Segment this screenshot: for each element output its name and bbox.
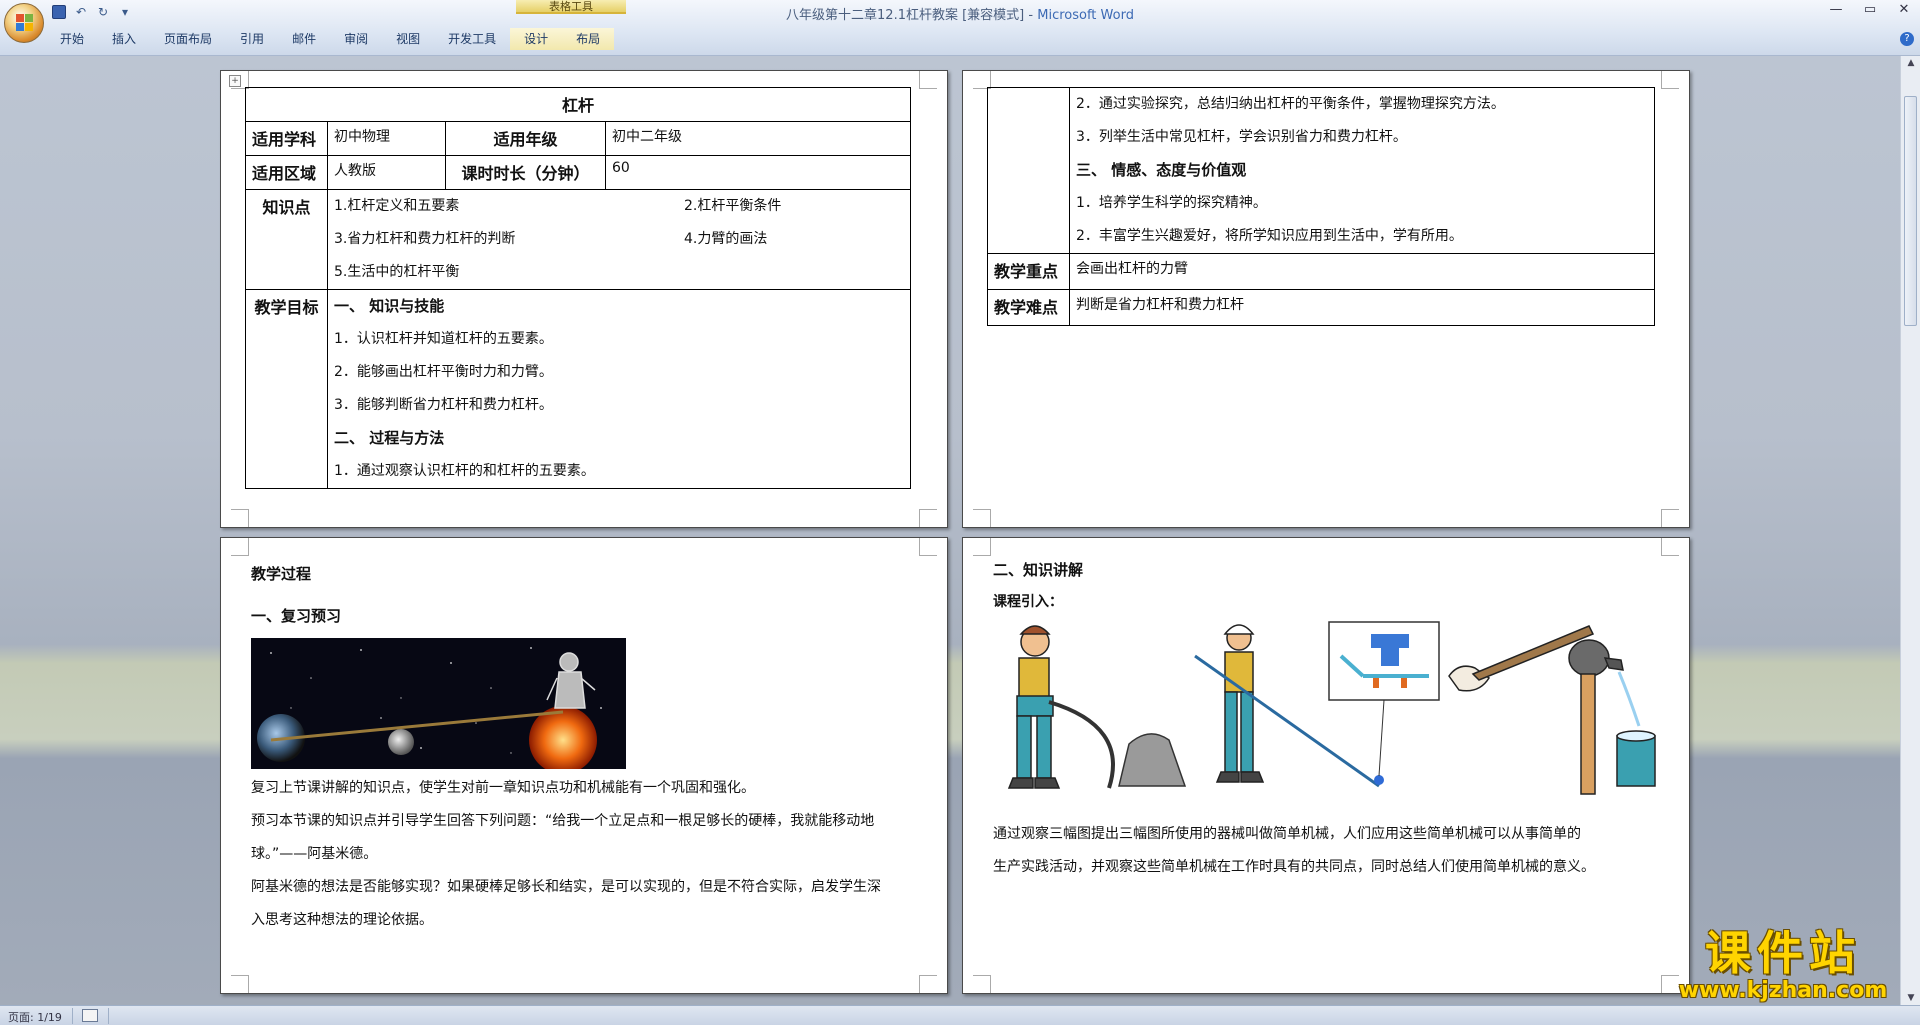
window-title: 八年级第十二章12.1杠杆教案 [兼容模式] - Microsoft Word (0, 4, 1920, 23)
section-subheading: 一、复习预习 (251, 607, 342, 625)
knowledge-label: 知识点 (245, 189, 328, 290)
tab-design[interactable]: 设计 (510, 28, 563, 50)
lesson-info-table: 杠杆 适用学科 初中物理 适用年级 初中二年级 适用区域 人教版 课时时长（分钟… (245, 87, 911, 489)
page-count[interactable]: 页面: 1/19 (8, 1009, 62, 1025)
goal-line: 2．通过实验探究，总结归纳出杠杆的平衡条件，掌握物理探究方法。 (1076, 96, 1505, 112)
paragraph: 通过观察三幅图提出三幅图所使用的器械叫做简单机械，人们应用这些简单机械可以从事简… (993, 826, 1581, 842)
goal-line: 1．通过观察认识杠杆的和杠杆的五要素。 (334, 463, 595, 479)
grade-label: 适用年级 (445, 121, 606, 156)
app-name: Microsoft Word (1037, 8, 1134, 23)
key-point-value[interactable]: 会画出杠杆的力臂 (1069, 253, 1655, 290)
difficulty-label: 教学难点 (987, 289, 1070, 326)
lesson-info-table-continued: 2．通过实验探究，总结归纳出杠杆的平衡条件，掌握物理探究方法。 3．列举生活中常… (987, 87, 1655, 326)
goal-line: 2．丰富学生兴趣爱好，将所学知识应用到生活中，学有所用。 (1076, 228, 1463, 244)
goal-line: 2．能够画出杠杆平衡时力和力臂。 (334, 364, 553, 380)
restore-button[interactable]: ▭ (1860, 2, 1880, 17)
section-heading: 教学过程 (251, 565, 312, 583)
close-button[interactable]: ✕ (1894, 2, 1914, 17)
paragraph: 预习本节课的知识点并引导学生回答下列问题：“给我一个立足点和一根足够长的硬棒，我… (251, 813, 875, 829)
scroll-down-icon[interactable]: ▼ (1905, 993, 1917, 1003)
title-bar: ↶ ↻ ▾ 表格工具 八年级第十二章12.1杠杆教案 [兼容模式] - Micr… (0, 0, 1920, 56)
tab-home[interactable]: 开始 (46, 28, 98, 50)
grade-value[interactable]: 初中二年级 (605, 121, 911, 156)
goals-cell-continued[interactable]: 2．通过实验探究，总结归纳出杠杆的平衡条件，掌握物理探究方法。 3．列举生活中常… (1069, 87, 1655, 254)
paragraph: 阿基米德的想法是否能够实现？如果硬棒足够长和结实，是可以实现的，但是不符合实际，… (251, 879, 881, 895)
goals-cell[interactable]: 一、 知识与技能 1．认识杠杆并知道杠杆的五要素。 2．能够画出杠杆平衡时力和力… (327, 289, 911, 489)
goal-heading: 一、 知识与技能 (334, 297, 445, 315)
knowledge-item: 3.省力杠杆和费力杠杆的判断 (334, 231, 516, 247)
duration-value[interactable]: 60 (605, 155, 911, 190)
knowledge-item: 4.力臂的画法 (684, 231, 768, 247)
goal-line: 3．列举生活中常见杠杆，学会识别省力和费力杠杆。 (1076, 129, 1407, 145)
status-bar: 页面: 1/19 (0, 1005, 1920, 1025)
scrollbar-thumb[interactable] (1904, 96, 1917, 326)
title-separator: - (1024, 8, 1038, 23)
page-2: 2．通过实验探究，总结归纳出杠杆的平衡条件，掌握物理探究方法。 3．列举生活中常… (962, 70, 1690, 528)
proofing-icon[interactable] (82, 1009, 98, 1022)
region-label: 适用区域 (245, 155, 328, 190)
difficulty-value[interactable]: 判断是省力杠杆和费力杠杆 (1069, 289, 1655, 326)
section-heading: 二、知识讲解 (993, 561, 1084, 579)
goal-line: 3．能够判断省力杠杆和费力杠杆。 (334, 397, 553, 413)
region-value[interactable]: 人教版 (327, 155, 446, 190)
paragraph: 复习上节课讲解的知识点，使学生对前一章知识点功和机械能有一个巩固和强化。 (251, 780, 755, 796)
tab-layout[interactable]: 布局 (562, 28, 615, 50)
goals-label: 教学目标 (245, 289, 328, 489)
paragraph: 生产实践活动，并观察这些简单机械在工作时具有的共同点，同时总结人们使用简单机械的… (993, 859, 1595, 875)
worker-crowbar (1007, 625, 1115, 789)
page-4: 二、知识讲解 课程引入： 通过观察三幅图提出三幅图所使用的器械叫做简单机械，人们… (962, 537, 1690, 994)
site-watermark: 课件站 www.kjzhan.com (1668, 927, 1898, 1005)
paragraph: 入思考这种想法的理论依据。 (251, 912, 433, 928)
archimedes-lever-image (251, 638, 626, 769)
tab-insert[interactable]: 插入 (98, 28, 150, 50)
tab-page-layout[interactable]: 页面布局 (150, 28, 226, 50)
duration-label: 课时时长（分钟） (445, 155, 606, 190)
help-icon[interactable]: ? (1900, 32, 1914, 46)
scroll-up-icon[interactable]: ▲ (1905, 58, 1917, 68)
page-1: + 杠杆 适用学科 初中物理 适用年级 初中二年级 适用区域 人教版 课时时长（… (220, 70, 948, 528)
goal-heading: 三、 情感、态度与价值观 (1076, 161, 1247, 179)
minimize-button[interactable]: — (1826, 2, 1846, 17)
paragraph: 球。”——阿基米德。 (251, 846, 378, 862)
knowledge-item: 1.杠杆定义和五要素 (334, 198, 460, 214)
tab-review[interactable]: 审阅 (330, 28, 382, 50)
subject-label: 适用学科 (245, 121, 328, 156)
window-controls: — ▭ ✕ (1826, 2, 1914, 17)
tab-references[interactable]: 引用 (226, 28, 278, 50)
tab-developer[interactable]: 开发工具 (434, 28, 510, 50)
simple-machines-illustration (989, 616, 1689, 806)
goal-line: 1．培养学生科学的探究精神。 (1076, 195, 1267, 211)
doc-title: 八年级第十二章12.1杠杆教案 [兼容模式] (786, 8, 1025, 23)
knowledge-item: 5.生活中的杠杆平衡 (334, 264, 460, 280)
ribbon-tabs: 开始 插入 页面布局 引用 邮件 审阅 视图 开发工具 设计 布局 (46, 28, 615, 50)
key-point-label: 教学重点 (987, 253, 1070, 290)
goal-heading: 二、 过程与方法 (334, 429, 445, 447)
tab-view[interactable]: 视图 (382, 28, 434, 50)
knowledge-cell[interactable]: 1.杠杆定义和五要素 2.杠杆平衡条件 3.省力杠杆和费力杠杆的判断 4.力臂的画法… (327, 189, 911, 290)
vertical-scrollbar[interactable]: ▲ ▼ (1900, 56, 1920, 1005)
goal-line: 1．认识杠杆并知道杠杆的五要素。 (334, 331, 553, 347)
watermark-url: www.kjzhan.com (1678, 978, 1888, 1003)
table-title: 杠杆 (245, 87, 911, 122)
page-3: 教学过程 一、复习预习 复习上节课讲解的知识点，使学生对前一章知识点功和机械能有… (220, 537, 948, 994)
subject-value[interactable]: 初中物理 (327, 121, 446, 156)
knowledge-item: 2.杠杆平衡条件 (684, 198, 782, 214)
goals-label-continued (987, 87, 1070, 254)
table-move-handle-icon[interactable]: + (229, 75, 241, 87)
watermark-logo-text: 课件站 (1705, 926, 1861, 980)
section-subheading: 课程引入： (993, 594, 1063, 610)
tab-mailings[interactable]: 邮件 (278, 28, 330, 50)
